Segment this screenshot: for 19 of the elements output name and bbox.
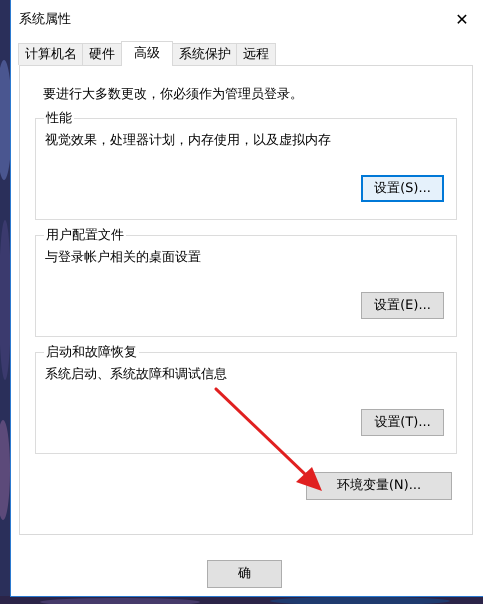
notice-text: 要进行大多数更改，你必须作为管理员登录。 xyxy=(43,86,304,104)
group-title: 性能 xyxy=(44,110,73,128)
tab[interactable]: 系统保护 xyxy=(172,43,238,65)
group-title: 启动和故障恢复 xyxy=(45,344,138,362)
group-title: 用户配置文件 xyxy=(45,227,125,245)
tab[interactable]: 计算机名 xyxy=(18,43,84,65)
close-button[interactable]: ✕ xyxy=(447,5,477,35)
environment-variables-button[interactable]: 环境变量(N)... xyxy=(306,472,452,500)
group-description: 视觉效果，处理器计划，内存使用，以及虚拟内存 xyxy=(45,132,332,150)
settings-button[interactable]: 设置(S)... xyxy=(361,175,444,202)
group-description: 与登录帐户相关的桌面设置 xyxy=(45,248,202,266)
dialog-button[interactable]: 确 xyxy=(207,560,282,588)
settings-button[interactable]: 设置(E)... xyxy=(361,292,444,319)
window-title: 系统属性 xyxy=(19,11,71,30)
group-description: 系统启动、系统故障和调试信息 xyxy=(45,366,228,384)
tab[interactable]: 高级 xyxy=(121,41,173,66)
tab[interactable]: 硬件 xyxy=(82,43,122,65)
settings-button[interactable]: 设置(T)... xyxy=(361,409,444,436)
tab[interactable]: 远程 xyxy=(236,43,276,65)
